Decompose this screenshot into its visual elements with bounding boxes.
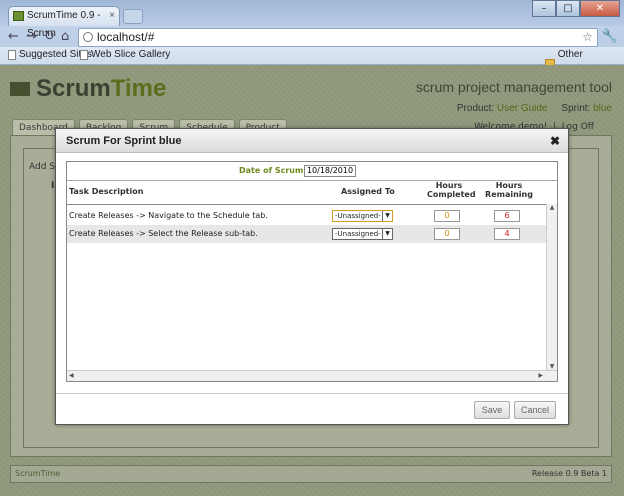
scroll-left-icon[interactable]: ◀ <box>69 372 74 379</box>
app-logo: Scrum Time <box>10 75 166 103</box>
date-row: Date of Scrum: <box>67 162 557 181</box>
hours-remaining-input[interactable]: 6 <box>494 210 520 222</box>
app-tagline: scrum project management tool <box>415 79 612 95</box>
assigned-to-value: -Unassigned- <box>335 230 381 238</box>
task-description: Create Releases -> Select the Release su… <box>69 229 258 238</box>
bookmark-web-slice-gallery[interactable]: Web Slice Gallery <box>80 47 170 63</box>
task-grid: Date of Scrum: Task Description Assigned… <box>66 161 558 382</box>
scroll-up-icon[interactable]: ▲ <box>547 204 557 211</box>
hours-remaining-header: Hours Remaining <box>485 181 533 199</box>
back-arrow-icon[interactable]: ← <box>8 29 19 45</box>
sprint-value[interactable]: blue <box>593 103 612 114</box>
footer-app-name: ScrumTime <box>15 469 61 478</box>
assigned-to-value: -Unassigned- <box>335 212 381 220</box>
hours-completed-header: Hours Completed <box>427 181 476 199</box>
tab-close-icon[interactable]: × <box>109 7 115 25</box>
table-row: Create Releases -> Select the Release su… <box>67 225 547 243</box>
product-label: Product: <box>456 103 495 114</box>
footer-release: Release 0.9 Beta 1 <box>531 469 607 478</box>
task-description: Create Releases -> Navigate to the Sched… <box>69 211 268 220</box>
hours-remaining-input[interactable]: 4 <box>494 228 520 240</box>
logo-icon <box>10 82 30 96</box>
scroll-right-icon[interactable]: ▶ <box>538 372 543 379</box>
bookmark-star-icon[interactable]: ☆ <box>582 29 593 46</box>
scroll-down-icon[interactable]: ▼ <box>547 363 557 370</box>
table-row: Create Releases -> Navigate to the Sched… <box>67 207 547 225</box>
dialog-title: Scrum For Sprint blue <box>66 135 182 147</box>
hours-completed-line2: Completed <box>427 190 476 199</box>
maximize-button[interactable]: □ <box>556 0 580 17</box>
window-controls: – □ ✕ <box>532 0 620 18</box>
logo-scrum-text: Scrum <box>36 75 111 102</box>
cancel-button[interactable]: Cancel <box>514 401 556 419</box>
address-text: localhost/# <box>97 30 155 44</box>
sprint-label: Sprint: <box>561 103 591 114</box>
favicon-icon <box>13 11 24 21</box>
browser-chrome: ScrumTime 0.9 - Scrum × – □ ✕ ← → ↻ ⌂ lo… <box>0 0 624 76</box>
hours-completed-input[interactable]: 0 <box>434 228 460 240</box>
dialog-footer: Save Cancel <box>56 393 568 426</box>
browser-toolbar: ← → ↻ ⌂ localhost/# ☆ 🔧 <box>0 26 624 48</box>
hours-completed-input[interactable]: 0 <box>434 210 460 222</box>
logo-time-text: Time <box>110 75 167 102</box>
hours-remaining-line2: Remaining <box>485 190 533 199</box>
home-icon[interactable]: ⌂ <box>61 29 69 45</box>
assigned-to-header: Assigned To <box>341 187 395 196</box>
assigned-to-select[interactable]: -Unassigned- ▼ <box>332 228 393 240</box>
forward-arrow-icon[interactable]: → <box>26 29 37 45</box>
dialog-header: Scrum For Sprint blue ✖ <box>56 129 568 153</box>
assigned-to-select[interactable]: -Unassigned- ▼ <box>332 210 393 222</box>
bookmark-label: Web Slice Gallery <box>91 49 171 60</box>
page-icon <box>8 50 16 60</box>
reload-icon[interactable]: ↻ <box>44 29 55 45</box>
bookmarks-bar: Suggested Sites Web Slice Gallery Other … <box>0 47 624 76</box>
date-of-scrum-input[interactable] <box>304 165 356 177</box>
save-button[interactable]: Save <box>474 401 510 419</box>
browser-tab[interactable]: ScrumTime 0.9 - Scrum × <box>8 6 120 39</box>
product-value[interactable]: User Guide <box>497 103 548 114</box>
wrench-icon[interactable]: 🔧 <box>602 29 618 44</box>
vertical-scrollbar[interactable]: ▲ ▼ <box>546 204 557 370</box>
dropdown-arrow-icon: ▼ <box>382 229 392 239</box>
minimize-button[interactable]: – <box>532 0 556 17</box>
close-window-button[interactable]: ✕ <box>580 0 620 17</box>
hours-remaining-line1: Hours <box>495 181 523 190</box>
task-description-header: Task Description <box>69 187 144 196</box>
address-bar[interactable]: localhost/# ☆ <box>78 28 598 47</box>
dropdown-arrow-icon: ▼ <box>382 211 392 221</box>
tab-strip: ScrumTime 0.9 - Scrum × – □ ✕ <box>0 0 624 39</box>
hours-completed-line1: Hours <box>435 181 463 190</box>
page-icon <box>80 50 88 60</box>
horizontal-scrollbar[interactable]: ◀ ▶ <box>67 370 557 381</box>
globe-icon <box>83 32 93 42</box>
grid-header-row: Task Description Assigned To Hours Compl… <box>67 180 557 205</box>
new-tab-button[interactable] <box>123 9 143 24</box>
dialog-close-icon[interactable]: ✖ <box>550 129 560 153</box>
date-of-scrum-label: Date of Scrum: <box>239 166 307 175</box>
product-sprint-info: Product: User Guide Sprint: blue <box>457 103 612 114</box>
scrum-dialog: Scrum For Sprint blue ✖ Date of Scrum: T… <box>55 128 569 425</box>
app-footer: ScrumTime Release 0.9 Beta 1 <box>10 465 612 483</box>
